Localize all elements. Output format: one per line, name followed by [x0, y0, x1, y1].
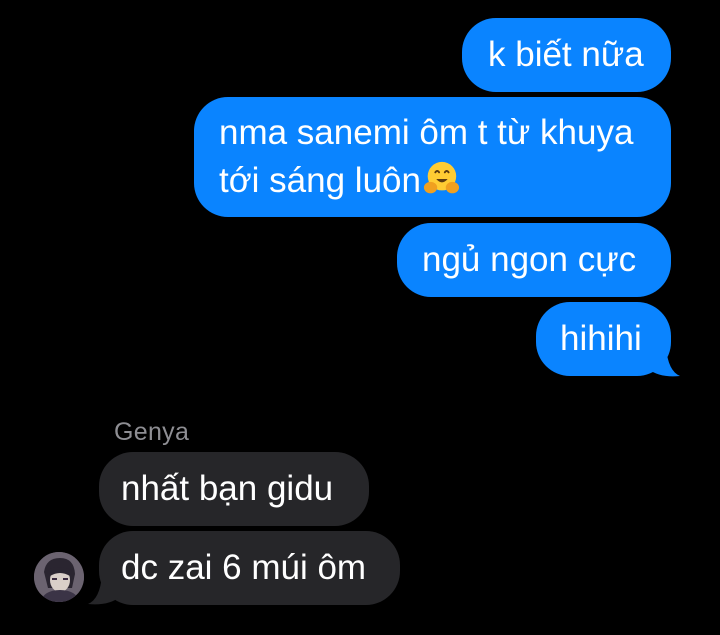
outgoing-message[interactable]: nma sanemi ôm t từ khuya tới sáng luôn — [194, 97, 671, 217]
message-text: hihihi — [560, 319, 642, 358]
avatar-illustration — [34, 552, 84, 602]
outgoing-message[interactable]: k biết nữa — [462, 18, 671, 92]
message-text-line: tới sáng luôn — [219, 161, 421, 200]
hugging-face-emoji-icon — [423, 161, 460, 194]
incoming-message[interactable]: dc zai 6 múi ôm — [99, 531, 400, 605]
message-text: nhất bạn gidu — [121, 469, 334, 508]
message-text: k biết nữa — [488, 35, 644, 74]
message-text-line: nma sanemi ôm t từ khuya — [219, 113, 634, 152]
sender-name: Genya — [114, 418, 190, 446]
outgoing-bubble-tail — [648, 347, 680, 377]
incoming-message[interactable]: nhất bạn gidu — [99, 452, 369, 526]
incoming-bubble-tail — [88, 575, 120, 605]
message-text: ngủ ngon cực — [422, 240, 637, 279]
message-text: dc zai 6 múi ôm — [121, 548, 367, 587]
avatar[interactable] — [34, 552, 84, 602]
outgoing-message[interactable]: ngủ ngon cực — [397, 223, 671, 297]
